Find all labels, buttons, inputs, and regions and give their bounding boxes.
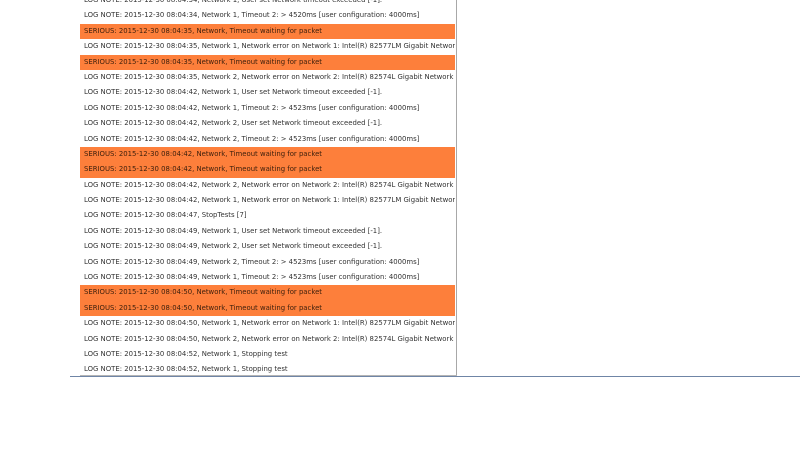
log-row-note: LOG NOTE: 2015-12-30 08:04:42, Network 1… [84,196,455,205]
log-row-serious: SERIOUS: 2015-12-30 08:04:42, Network, T… [80,162,455,178]
log-row-note: LOG NOTE: 2015-12-30 08:04:49, Network 2… [84,242,383,251]
log-row-note: LOG NOTE: 2015-12-30 08:04:52, Network 1… [84,365,288,374]
log-row-note: LOG NOTE: 2015-12-30 08:04:35, Network 2… [84,72,455,81]
log-row-note: LOG NOTE: 2015-12-30 08:04:42, Network 2… [84,134,420,143]
log-row-note: LOG NOTE: 2015-12-30 08:04:34, Network 1… [84,11,420,20]
log-row-note: LOG NOTE: 2015-12-30 08:04:47, StopTests… [84,211,247,220]
log-row-note: LOG NOTE: 2015-12-30 08:04:42, Network 2… [84,119,383,128]
log-row-note: LOG NOTE: 2015-12-30 08:04:52, Network 1… [84,349,288,358]
log-row-note: LOG NOTE: 2015-12-30 08:04:50, Network 1… [84,319,455,328]
log-row-note: LOG NOTE: 2015-12-30 08:04:34, Network 1… [84,0,383,4]
log-row-note: LOG NOTE: 2015-12-30 08:04:42, Network 1… [84,88,383,97]
log-row-note: LOG NOTE: 2015-12-30 08:04:42, Network 2… [84,180,455,189]
log-list: LOG NOTE: 2015-12-30 08:04:34, Network 1… [80,0,455,376]
log-row-note: LOG NOTE: 2015-12-30 08:04:49, Network 1… [84,226,383,235]
window-divider [70,376,800,377]
log-row-note: LOG NOTE: 2015-12-30 08:04:49, Network 1… [84,273,420,282]
log-row-serious: SERIOUS: 2015-12-30 08:04:35, Network, T… [80,23,455,40]
log-row-serious: SERIOUS: 2015-12-30 08:04:50, Network, T… [80,300,455,317]
log-row-note: LOG NOTE: 2015-12-30 08:04:35, Network 1… [84,42,455,51]
log-row-serious: SERIOUS: 2015-12-30 08:04:35, Network, T… [80,54,455,70]
log-row-note: LOG NOTE: 2015-12-30 08:04:50, Network 2… [84,334,455,343]
log-panel[interactable]: LOG NOTE: 2015-12-30 08:04:34, Network 1… [80,0,457,376]
log-row-note: LOG NOTE: 2015-12-30 08:04:49, Network 2… [84,257,420,266]
log-row-serious: SERIOUS: 2015-12-30 08:04:42, Network, T… [80,146,455,163]
log-row-serious: SERIOUS: 2015-12-30 08:04:50, Network, T… [80,285,455,301]
log-row-note: LOG NOTE: 2015-12-30 08:04:42, Network 1… [84,103,420,112]
